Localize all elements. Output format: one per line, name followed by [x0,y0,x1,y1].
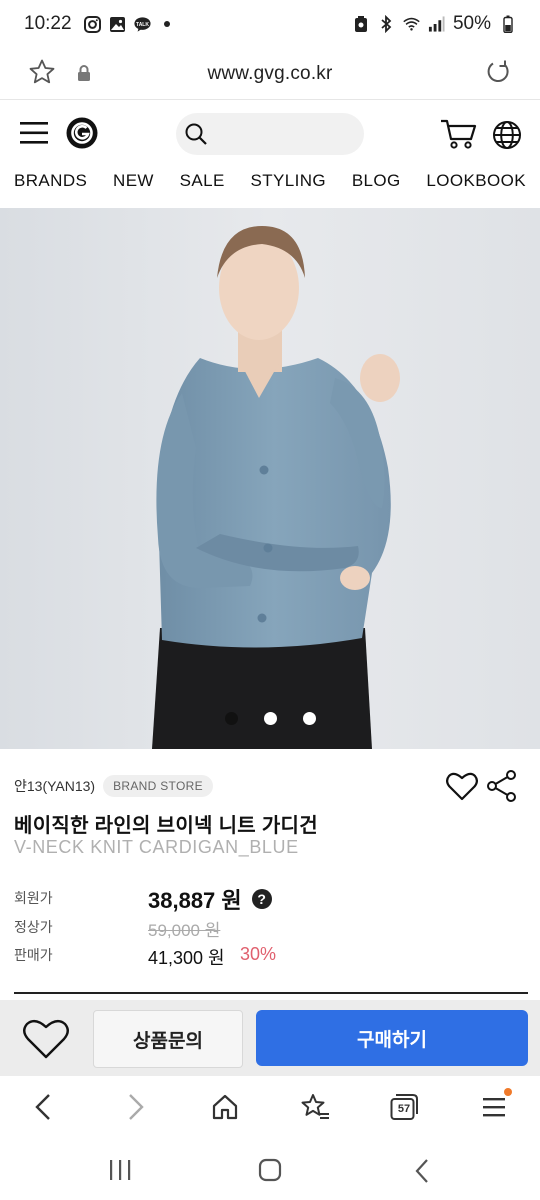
share-icon[interactable] [486,769,518,803]
brand-row: 얀13(YAN13) BRAND STORE [14,775,213,797]
browser-url-bar: www.gvg.co.kr [0,48,540,100]
status-time: 10:22 [24,13,72,34]
divider [14,992,528,994]
kakaotalk-label: TALK [136,21,149,27]
hamburger-menu-icon[interactable] [20,120,50,146]
nav-item-brands[interactable]: BRANDS [14,171,87,191]
nav-item-blog[interactable]: BLOG [352,171,401,191]
tabs-icon[interactable]: 57 [387,1090,421,1124]
nav-item-new[interactable]: NEW [113,171,154,191]
url-text[interactable]: www.gvg.co.kr [207,63,332,85]
gvg-logo-icon[interactable] [66,117,98,149]
reload-icon[interactable] [484,58,512,86]
product-subtitle: V-NECK KNIT CARDIGAN_BLUE [14,837,299,857]
purchase-action-bar: 상품문의 구매하기 [0,1000,540,1076]
member-price-value: 38,887 원 [148,888,242,913]
battery-saver-icon [353,16,370,33]
instagram-icon [83,15,101,33]
carousel-dot[interactable] [302,712,316,725]
search-icon [184,122,208,146]
notification-dot [504,1088,512,1096]
member-price-label: 회원가 [14,890,53,906]
cart-icon[interactable] [440,118,478,150]
browser-menu-icon[interactable] [478,1088,512,1124]
battery-percent: 50% [452,13,491,34]
sale-price: 41,300 원 [148,948,225,968]
recent-apps-icon[interactable] [107,1158,137,1184]
wishlist-button[interactable] [22,1018,70,1060]
battery-icon [499,15,516,33]
carousel-dots [0,712,540,732]
regular-price: 59,000 원 [148,921,221,940]
product-photo [0,208,540,749]
product-title: 베이직한 라인의 브이넥 니트 가디건 [14,815,318,837]
product-image-carousel[interactable] [0,208,540,749]
bluetooth-icon [378,15,395,33]
sale-price-label: 판매가 [14,947,53,963]
product-inquiry-button[interactable]: 상품문의 [93,1010,243,1068]
brand-name[interactable]: 얀13(YAN13) [14,776,95,796]
signal-icon [428,16,445,33]
main-nav: BRANDS NEW SALE STYLING BLOG LOOKBOOK [0,166,540,196]
nav-item-styling[interactable]: STYLING [251,171,327,191]
system-navigation-bar [0,1140,540,1200]
site-header [0,102,540,166]
carousel-dot[interactable] [263,712,277,725]
notification-icons: TALK [83,15,176,33]
buy-button[interactable]: 구매하기 [256,1010,528,1066]
kakaotalk-icon: TALK [133,16,151,33]
help-icon[interactable]: ? [251,889,272,909]
bookmark-star-icon[interactable] [28,58,56,86]
search-input[interactable] [176,113,364,155]
nav-item-sale[interactable]: SALE [180,171,225,191]
tabs-count: 57 [397,1103,411,1115]
regular-price-label: 정상가 [14,919,53,935]
dot-icon [159,16,176,33]
home-button-icon[interactable] [257,1158,287,1184]
status-bar: 10:22 TALK 50% [0,0,540,48]
lock-icon [76,64,92,82]
brand-store-badge[interactable]: BRAND STORE [103,775,213,797]
globe-icon[interactable] [492,120,522,150]
gallery-icon [109,16,126,33]
forward-icon[interactable] [119,1090,153,1124]
back-icon[interactable] [26,1090,60,1124]
member-price: 38,887 원 ? [148,883,272,915]
browser-toolbar: 57 [0,1076,540,1140]
bookmarks-icon[interactable] [298,1090,332,1124]
heart-icon [23,1019,69,1059]
home-icon[interactable] [208,1090,242,1124]
nav-item-lookbook[interactable]: LOOKBOOK [426,171,526,191]
wishlist-heart-icon[interactable] [446,771,478,801]
wifi-icon [403,16,420,33]
discount-rate: 30% [240,944,277,964]
carousel-dot[interactable] [224,712,238,725]
system-back-icon[interactable] [412,1158,442,1184]
system-status-icons: 50% [353,13,516,35]
